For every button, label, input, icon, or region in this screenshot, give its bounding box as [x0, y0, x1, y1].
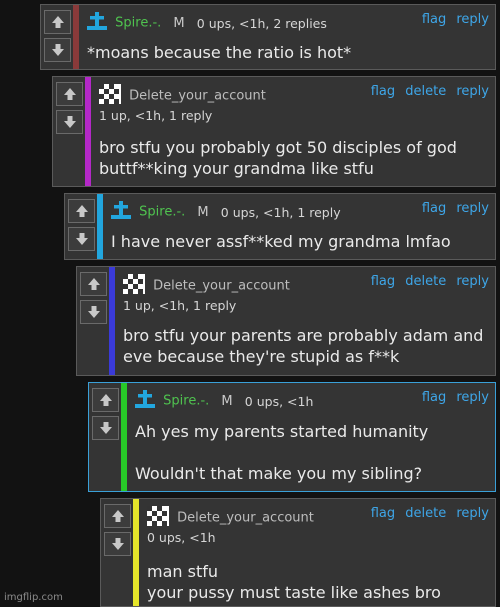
delete-link[interactable]: delete — [405, 84, 446, 99]
reply-link[interactable]: reply — [456, 274, 489, 289]
arrow-down-icon — [63, 116, 76, 128]
downvote-button[interactable] — [44, 38, 71, 62]
checker-avatar-icon — [99, 84, 121, 108]
arrow-down-icon — [51, 44, 64, 56]
downvote-button[interactable] — [68, 227, 95, 251]
upvote-button[interactable] — [68, 199, 95, 223]
vote-controls — [65, 194, 99, 259]
comment: Spire.-. M 0 ups, <1h, 1 reply flag repl… — [64, 193, 496, 260]
vote-controls — [89, 383, 123, 491]
vote-controls — [101, 499, 135, 606]
comment-text: *moans because the ratio is hot* — [87, 43, 352, 62]
vote-controls — [53, 77, 87, 186]
comment-meta: 1 up, <1h, 1 reply — [123, 298, 237, 313]
downvote-button[interactable] — [92, 416, 119, 440]
comment-username[interactable]: Delete_your_account — [177, 511, 314, 526]
arrow-up-icon — [51, 16, 64, 28]
user-flair: M — [221, 393, 233, 409]
arrow-down-icon — [87, 306, 100, 318]
thread-depth-stripe — [109, 267, 115, 375]
thread-depth-stripe — [121, 383, 127, 491]
arrow-down-icon — [99, 422, 112, 434]
cross-icon — [111, 201, 131, 223]
reply-link[interactable]: reply — [456, 201, 489, 216]
flag-link[interactable]: flag — [371, 506, 395, 521]
comment-text: I have never assf**ked my grandma lmfao — [111, 232, 451, 251]
comment-actions: flag reply — [416, 12, 489, 27]
upvote-button[interactable] — [56, 82, 83, 106]
downvote-button[interactable] — [104, 532, 131, 556]
comment-actions: flag delete reply — [365, 506, 489, 521]
downvote-button[interactable] — [56, 110, 83, 134]
upvote-button[interactable] — [92, 388, 119, 412]
checker-avatar-icon — [123, 274, 145, 298]
user-flair: M — [197, 204, 209, 220]
comment-text: bro stfu your parents are probably adam … — [123, 326, 484, 366]
watermark: imgflip.com — [4, 592, 63, 603]
arrow-up-icon — [75, 205, 88, 217]
comment-username[interactable]: Spire.-. — [163, 394, 209, 409]
cross-icon — [87, 12, 107, 34]
comment-meta: 1 up, <1h, 1 reply — [99, 108, 213, 123]
arrow-up-icon — [87, 278, 100, 290]
flag-link[interactable]: flag — [422, 390, 446, 405]
checker-avatar-icon — [147, 506, 169, 530]
comment-username[interactable]: Spire.-. — [139, 205, 185, 220]
arrow-up-icon — [99, 394, 112, 406]
reply-link[interactable]: reply — [456, 12, 489, 27]
comment-text: man stfu your pussy must taste like ashe… — [147, 562, 441, 602]
reply-link[interactable]: reply — [456, 390, 489, 405]
thread-depth-stripe — [133, 499, 139, 606]
reply-link[interactable]: reply — [456, 506, 489, 521]
comment-actions: flag reply — [416, 390, 489, 405]
comment: Delete_your_account flag delete reply 0 … — [100, 498, 496, 607]
upvote-button[interactable] — [80, 272, 107, 296]
thread-depth-stripe — [85, 77, 91, 186]
flag-link[interactable]: flag — [422, 201, 446, 216]
upvote-button[interactable] — [104, 504, 131, 528]
comment: Delete_your_account flag delete reply 1 … — [76, 266, 496, 376]
comment-username[interactable]: Spire.-. — [115, 16, 161, 31]
flag-link[interactable]: flag — [422, 12, 446, 27]
comment-meta: 0 ups, <1h — [244, 393, 314, 409]
downvote-button[interactable] — [80, 300, 107, 324]
thread-depth-stripe — [97, 194, 103, 259]
comment-actions: flag delete reply — [365, 274, 489, 289]
arrow-up-icon — [63, 88, 76, 100]
comment-meta: 0 ups, <1h, 2 replies — [196, 15, 327, 31]
thread-depth-stripe — [73, 5, 79, 69]
arrow-down-icon — [75, 233, 88, 245]
comment-actions: flag delete reply — [365, 84, 489, 99]
comment-username[interactable]: Delete_your_account — [129, 89, 266, 104]
comment-username[interactable]: Delete_your_account — [153, 279, 290, 294]
comment: Spire.-. M 0 ups, <1h flag reply Ah yes … — [88, 382, 496, 492]
comment-text: bro stfu you probably got 50 disciples o… — [99, 138, 457, 178]
vote-controls — [77, 267, 111, 375]
comment-text: Ah yes my parents started humanity Would… — [135, 422, 429, 483]
arrow-down-icon — [111, 538, 124, 550]
reply-link[interactable]: reply — [456, 84, 489, 99]
comment-actions: flag reply — [416, 201, 489, 216]
cross-icon — [135, 390, 155, 412]
flag-link[interactable]: flag — [371, 84, 395, 99]
arrow-up-icon — [111, 510, 124, 522]
comment: Spire.-. M 0 ups, <1h, 2 replies flag re… — [40, 4, 496, 70]
comment-meta: 0 ups, <1h, 1 reply — [220, 204, 341, 220]
comment-meta: 0 ups, <1h — [147, 530, 216, 545]
upvote-button[interactable] — [44, 10, 71, 34]
delete-link[interactable]: delete — [405, 274, 446, 289]
flag-link[interactable]: flag — [371, 274, 395, 289]
vote-controls — [41, 5, 75, 69]
user-flair: M — [173, 15, 185, 31]
delete-link[interactable]: delete — [405, 506, 446, 521]
comment: Delete_your_account flag delete reply 1 … — [52, 76, 496, 187]
